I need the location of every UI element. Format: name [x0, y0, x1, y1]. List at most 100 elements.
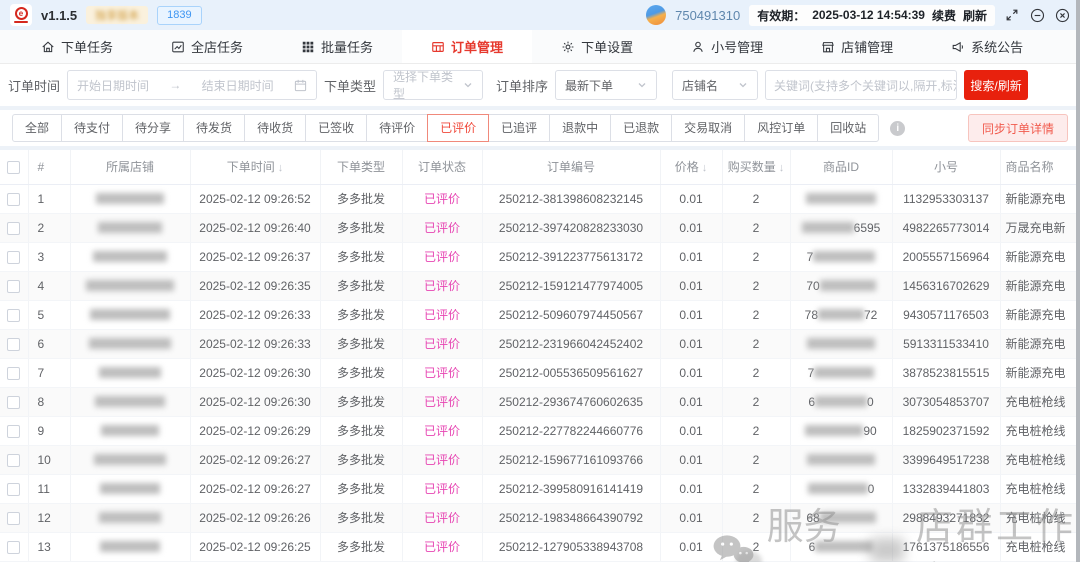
nav-item-下单任务[interactable]: 下单任务	[12, 30, 142, 63]
column-header-购买数量[interactable]: 购买数量↓	[722, 150, 790, 184]
row-index: 6	[28, 329, 70, 358]
order-time: 2025-02-12 09:26:33	[190, 329, 320, 358]
buyer-account: 1132953303137	[892, 184, 1000, 213]
tab-已追评[interactable]: 已追评	[488, 114, 550, 142]
tab-待收货[interactable]: 待收货	[244, 114, 306, 142]
product-name: 充电桩枪线	[1000, 503, 1080, 532]
column-header-价格[interactable]: 价格↓	[660, 150, 722, 184]
date-end-input[interactable]: 结束日期时间	[202, 77, 274, 94]
order-type-label: 下单类型	[324, 76, 376, 95]
refresh-link[interactable]: 刷新	[963, 7, 987, 24]
search-refresh-button[interactable]: 搜索/刷新	[964, 70, 1028, 100]
row-checkbox[interactable]	[7, 367, 20, 380]
keyword-input[interactable]: 关键词(支持多个关键词以,隔开,标注模糊的不	[765, 70, 957, 100]
column-header-下单时间[interactable]: 下单时间↓	[190, 150, 320, 184]
row-checkbox[interactable]	[7, 193, 20, 206]
tab-回收站[interactable]: 回收站	[817, 114, 879, 142]
store-name-redacted	[70, 184, 190, 213]
product-id-redacted: 6595	[790, 213, 892, 242]
price: 0.01	[660, 271, 722, 300]
order-time: 2025-02-12 09:26:30	[190, 387, 320, 416]
tab-全部[interactable]: 全部	[12, 114, 62, 142]
nav-item-全店任务[interactable]: 全店任务	[142, 30, 272, 63]
logo-e-icon: e	[15, 7, 28, 20]
quantity: 2	[722, 358, 790, 387]
tab-已评价[interactable]: 已评价	[427, 114, 489, 142]
row-checkbox[interactable]	[7, 251, 20, 264]
order-status: 已评价	[402, 329, 482, 358]
order-status: 已评价	[402, 532, 482, 561]
sync-order-details-button[interactable]: 同步订单详情	[968, 114, 1068, 142]
row-checkbox[interactable]	[7, 222, 20, 235]
gear-icon	[561, 40, 575, 54]
home-icon	[41, 40, 55, 54]
quantity: 2	[722, 300, 790, 329]
row-checkbox[interactable]	[7, 309, 20, 322]
order-type: 多多批发	[320, 213, 402, 242]
product-name: 新能源充电	[1000, 329, 1080, 358]
tab-交易取消[interactable]: 交易取消	[671, 114, 745, 142]
quantity: 2	[722, 213, 790, 242]
order-status: 已评价	[402, 300, 482, 329]
row-select-cell	[0, 300, 28, 329]
buyer-account: 1825902371592	[892, 416, 1000, 445]
order-table-icon	[431, 40, 445, 54]
sort-down-icon[interactable]: ↓	[702, 162, 708, 174]
order-sort-select[interactable]: 最新下单	[555, 70, 657, 100]
row-index: 2	[28, 213, 70, 242]
nav-item-label: 订单管理	[451, 37, 503, 56]
tab-已退款[interactable]: 已退款	[610, 114, 672, 142]
row-select-cell	[0, 358, 28, 387]
select-all-checkbox[interactable]	[7, 161, 20, 174]
nav-item-小号管理[interactable]: 小号管理	[662, 30, 792, 63]
price: 0.01	[660, 184, 722, 213]
nav-item-批量任务[interactable]: 批量任务	[272, 30, 402, 63]
shop-name-select[interactable]: 店铺名	[672, 70, 758, 100]
nav-item-label: 全店任务	[191, 37, 243, 56]
row-checkbox[interactable]	[7, 338, 20, 351]
order-status: 已评价	[402, 271, 482, 300]
tab-已签收[interactable]: 已签收	[305, 114, 367, 142]
tab-待评价[interactable]: 待评价	[366, 114, 428, 142]
sort-down-icon[interactable]: ↓	[278, 162, 284, 174]
row-checkbox[interactable]	[7, 483, 20, 496]
buyer-account: 1761375186556	[892, 532, 1000, 561]
chevron-down-icon	[637, 80, 647, 90]
renew-link[interactable]: 续费	[932, 7, 956, 24]
tab-待分享[interactable]: 待分享	[122, 114, 184, 142]
order-number: 250212-381398608232145	[482, 184, 660, 213]
minimize-icon[interactable]	[1029, 7, 1045, 23]
order-time: 2025-02-12 09:26:27	[190, 445, 320, 474]
info-icon[interactable]: i	[890, 121, 905, 136]
order-type: 多多批发	[320, 271, 402, 300]
order-number: 250212-127905338943708	[482, 532, 660, 561]
row-checkbox[interactable]	[7, 280, 20, 293]
nav-item-下单设置[interactable]: 下单设置	[532, 30, 662, 63]
tab-待支付[interactable]: 待支付	[61, 114, 123, 142]
order-time: 2025-02-12 09:26:37	[190, 242, 320, 271]
row-checkbox[interactable]	[7, 512, 20, 525]
row-select-cell	[0, 387, 28, 416]
date-start-input[interactable]: 开始日期时间	[77, 77, 149, 94]
product-id-redacted: 70	[790, 271, 892, 300]
row-checkbox[interactable]	[7, 541, 20, 554]
fullscreen-icon[interactable]	[1004, 7, 1020, 23]
row-select-cell	[0, 271, 28, 300]
order-status: 已评价	[402, 213, 482, 242]
column-header-下单类型: 下单类型	[320, 150, 402, 184]
order-number: 250212-227782244660776	[482, 416, 660, 445]
person-icon	[691, 40, 705, 54]
nav-item-店铺管理[interactable]: 店铺管理	[792, 30, 922, 63]
order-type-select[interactable]: 选择下单类型	[383, 70, 483, 100]
tab-待发货[interactable]: 待发货	[183, 114, 245, 142]
date-range-picker[interactable]: 开始日期时间 → 结束日期时间	[67, 70, 317, 100]
nav-item-系统公告[interactable]: 系统公告	[922, 30, 1052, 63]
row-checkbox[interactable]	[7, 454, 20, 467]
row-checkbox[interactable]	[7, 425, 20, 438]
row-checkbox[interactable]	[7, 396, 20, 409]
nav-item-订单管理[interactable]: 订单管理	[402, 30, 532, 63]
tab-退款中[interactable]: 退款中	[549, 114, 611, 142]
tab-风控订单[interactable]: 风控订单	[744, 114, 818, 142]
sort-down-icon[interactable]: ↓	[779, 162, 785, 174]
close-icon[interactable]	[1054, 7, 1070, 23]
